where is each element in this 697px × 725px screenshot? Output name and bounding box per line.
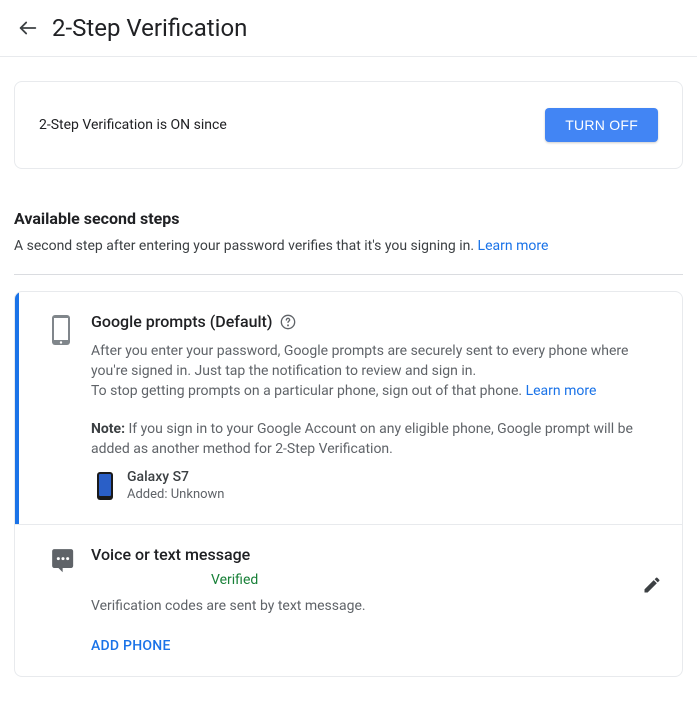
google-prompts-title: Google prompts (Default) bbox=[91, 312, 272, 331]
device-added: Added: Unknown bbox=[127, 487, 224, 502]
section-description: A second step after entering your passwo… bbox=[14, 236, 683, 256]
google-prompts-desc2: To stop getting prompts on a particular … bbox=[91, 381, 658, 401]
note-label: Note: bbox=[91, 421, 125, 437]
google-prompts-note: Note: If you sign in to your Google Acco… bbox=[91, 419, 658, 459]
section-title: Available second steps bbox=[14, 209, 683, 228]
device-phone-icon bbox=[97, 472, 113, 500]
verified-label: Verified bbox=[211, 572, 658, 588]
google-prompts-desc1: After you enter your password, Google pr… bbox=[91, 341, 658, 381]
help-icon[interactable] bbox=[280, 314, 296, 330]
voice-body: Voice or text message Verified Verificat… bbox=[91, 545, 658, 654]
google-prompts-learn-more-link[interactable]: Learn more bbox=[526, 383, 597, 399]
add-phone-button[interactable]: ADD PHONE bbox=[91, 638, 658, 654]
voice-desc: Verification codes are sent by text mess… bbox=[91, 598, 658, 614]
device-row: Galaxy S7 Added: Unknown bbox=[97, 469, 658, 502]
page-title: 2-Step Verification bbox=[52, 14, 247, 42]
back-arrow-icon[interactable] bbox=[16, 16, 40, 40]
section-desc-text: A second step after entering your passwo… bbox=[14, 238, 478, 254]
phone-outline-icon bbox=[35, 312, 91, 502]
content-area: 2-Step Verification is ON since TURN OFF… bbox=[0, 57, 697, 691]
google-prompts-desc2-text: To stop getting prompts on a particular … bbox=[91, 383, 526, 399]
section-divider bbox=[14, 274, 683, 275]
sms-icon bbox=[35, 545, 91, 654]
methods-card: Google prompts (Default) After you enter… bbox=[14, 291, 683, 677]
voice-title: Voice or text message bbox=[91, 545, 658, 564]
device-name: Galaxy S7 bbox=[127, 469, 224, 485]
google-prompts-body: Google prompts (Default) After you enter… bbox=[91, 312, 658, 502]
status-text: 2-Step Verification is ON since bbox=[39, 117, 227, 133]
status-card: 2-Step Verification is ON since TURN OFF bbox=[14, 81, 683, 169]
turn-off-button[interactable]: TURN OFF bbox=[545, 108, 658, 142]
voice-text-section: Voice or text message Verified Verificat… bbox=[15, 525, 682, 676]
google-prompts-section: Google prompts (Default) After you enter… bbox=[15, 292, 682, 524]
note-text: If you sign in to your Google Account on… bbox=[91, 421, 633, 457]
edit-pencil-icon[interactable] bbox=[642, 575, 662, 595]
page-header: 2-Step Verification bbox=[0, 0, 697, 57]
section-learn-more-link[interactable]: Learn more bbox=[478, 238, 549, 254]
